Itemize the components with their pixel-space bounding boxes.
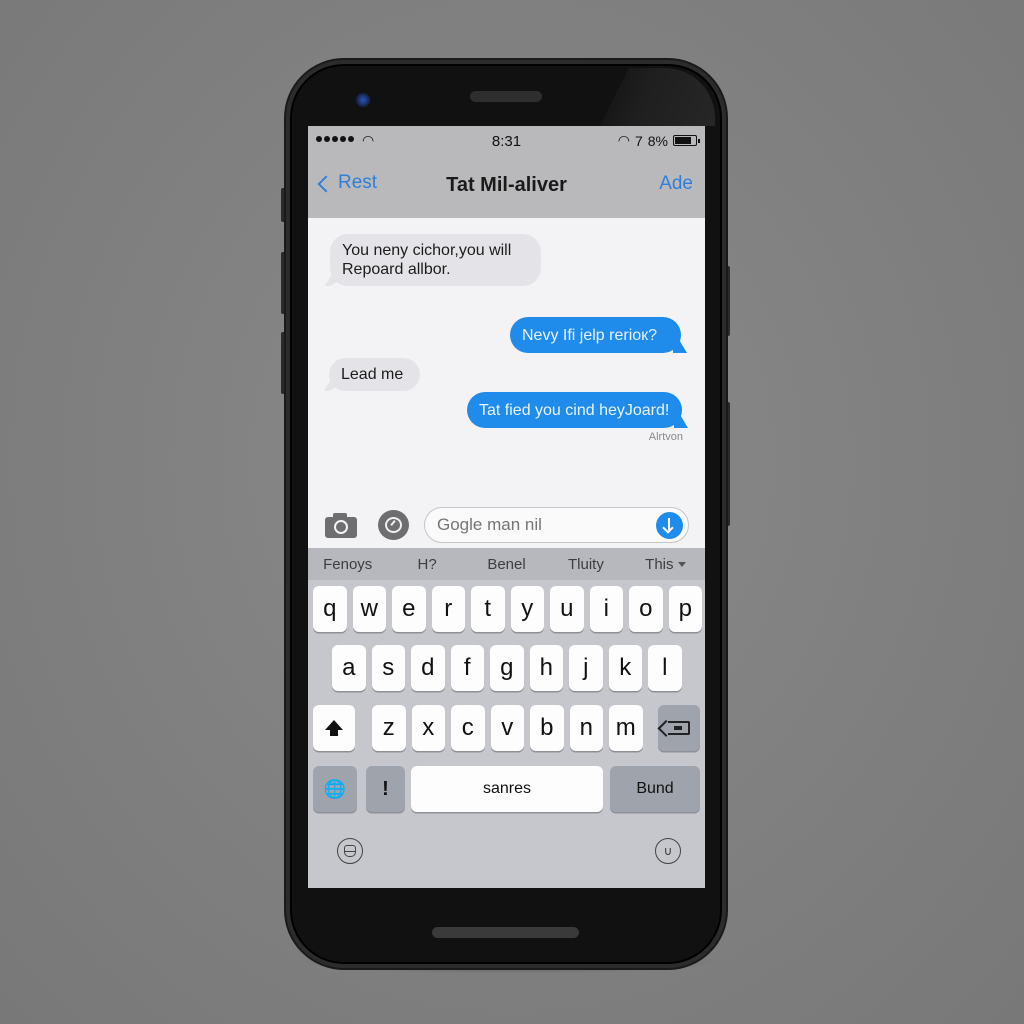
battery-percent: 8%: [647, 132, 668, 149]
suggestion-item[interactable]: Tluity: [546, 556, 625, 573]
key-u[interactable]: u: [550, 586, 584, 632]
suggestion-item[interactable]: H?: [387, 556, 466, 573]
space-key[interactable]: sanres: [411, 766, 603, 812]
backspace-icon: [668, 721, 690, 735]
suggestion-item-more[interactable]: This: [626, 556, 705, 573]
app-store-icon: [385, 517, 402, 533]
punctuation-key[interactable]: !: [366, 766, 405, 812]
message-text: Nevy Ifi jelp rerioк?: [522, 326, 658, 344]
key-o[interactable]: o: [629, 586, 663, 632]
key-g[interactable]: g: [490, 645, 524, 691]
back-label: Rest: [338, 172, 378, 193]
suggestion-label: This: [645, 555, 674, 573]
location-icon: 7: [634, 132, 643, 149]
globe-icon: 🌐: [323, 778, 347, 799]
dictation-button[interactable]: ∪: [655, 838, 681, 864]
shift-icon: [325, 720, 343, 736]
key-j[interactable]: j: [569, 645, 603, 691]
nav-bar: Rest Tat Mil-aliver Ade: [308, 170, 705, 202]
suggestion-bar: Fenoys H? Benel Tluity This: [308, 548, 705, 580]
key-y[interactable]: y: [510, 586, 544, 632]
message-text: You neny cichor,you will Repoard allbor.: [342, 242, 512, 278]
key-x[interactable]: x: [411, 705, 445, 751]
phone-screen: ◠ 8:31 ◠ 7 8% Rest Tat Mil-aliver Ade Yo…: [308, 126, 705, 888]
key-f[interactable]: f: [450, 645, 484, 691]
message-input[interactable]: [424, 507, 689, 543]
key-w[interactable]: w: [352, 586, 386, 632]
keyboard: Fenoys H? Benel Tluity This qwertyuiopas…: [308, 548, 705, 888]
message-bubble-outgoing[interactable]: Tat fied you cind heyJoard!: [467, 392, 682, 428]
suggestion-item[interactable]: Fenoys: [308, 556, 387, 573]
key-c[interactable]: c: [451, 705, 485, 751]
camera-button[interactable]: [324, 510, 358, 540]
earpiece-speaker: [470, 91, 542, 102]
home-indicator[interactable]: [432, 927, 579, 938]
key-i[interactable]: i: [589, 586, 623, 632]
app-store-button[interactable]: [378, 510, 409, 540]
key-b[interactable]: b: [530, 705, 564, 751]
key-n[interactable]: n: [569, 705, 603, 751]
emoji-icon: [344, 845, 356, 857]
send-button[interactable]: [656, 512, 683, 539]
add-button[interactable]: Ade: [659, 173, 693, 195]
key-e[interactable]: e: [392, 586, 426, 632]
return-key[interactable]: Bund: [610, 766, 700, 812]
key-d[interactable]: d: [411, 645, 445, 691]
key-k[interactable]: k: [608, 645, 642, 691]
message-bubble-outgoing[interactable]: Nevy Ifi jelp rerioк?: [510, 317, 681, 353]
front-camera-icon: [353, 90, 373, 110]
key-l[interactable]: l: [648, 645, 682, 691]
backspace-key[interactable]: [658, 705, 700, 751]
key-a[interactable]: a: [332, 645, 366, 691]
delivery-receipt: Alrtvon: [648, 431, 683, 443]
status-right: ◠ 7 8%: [617, 132, 700, 149]
key-s[interactable]: s: [371, 645, 405, 691]
key-z[interactable]: z: [372, 705, 406, 751]
status-bar: ◠ 8:31 ◠ 7 8%: [308, 132, 705, 152]
back-button[interactable]: Rest: [317, 172, 378, 194]
key-p[interactable]: p: [668, 586, 702, 632]
globe-key[interactable]: 🌐: [313, 766, 357, 812]
send-arrow-icon: [668, 518, 670, 530]
key-q[interactable]: q: [313, 586, 347, 632]
message-bubble-incoming[interactable]: You neny cichor,you will Repoard allbor.: [330, 234, 541, 286]
chevron-down-icon: [677, 562, 686, 568]
key-m[interactable]: m: [609, 705, 643, 751]
suggestion-item[interactable]: Benel: [467, 556, 546, 573]
wifi-icon: ◠: [617, 132, 630, 148]
key-h[interactable]: h: [529, 645, 563, 691]
key-t[interactable]: t: [471, 586, 505, 632]
message-text: Tat fied you cind heyJoard!: [479, 401, 670, 419]
shift-key[interactable]: [313, 705, 355, 751]
header: ◠ 8:31 ◠ 7 8% Rest Tat Mil-aliver Ade: [308, 126, 705, 218]
emoji-keyboard-button[interactable]: [337, 838, 363, 864]
chevron-left-icon: [317, 175, 335, 192]
message-list: You neny cichor,you will Repoard allbor.…: [308, 218, 705, 548]
key-v[interactable]: v: [490, 705, 524, 751]
battery-icon: [673, 135, 700, 146]
message-text: Lead me: [341, 366, 404, 383]
key-r[interactable]: r: [431, 586, 465, 632]
microphone-icon: ∪: [663, 844, 673, 858]
message-bubble-incoming[interactable]: Lead me: [329, 358, 420, 391]
composer: [308, 502, 705, 548]
